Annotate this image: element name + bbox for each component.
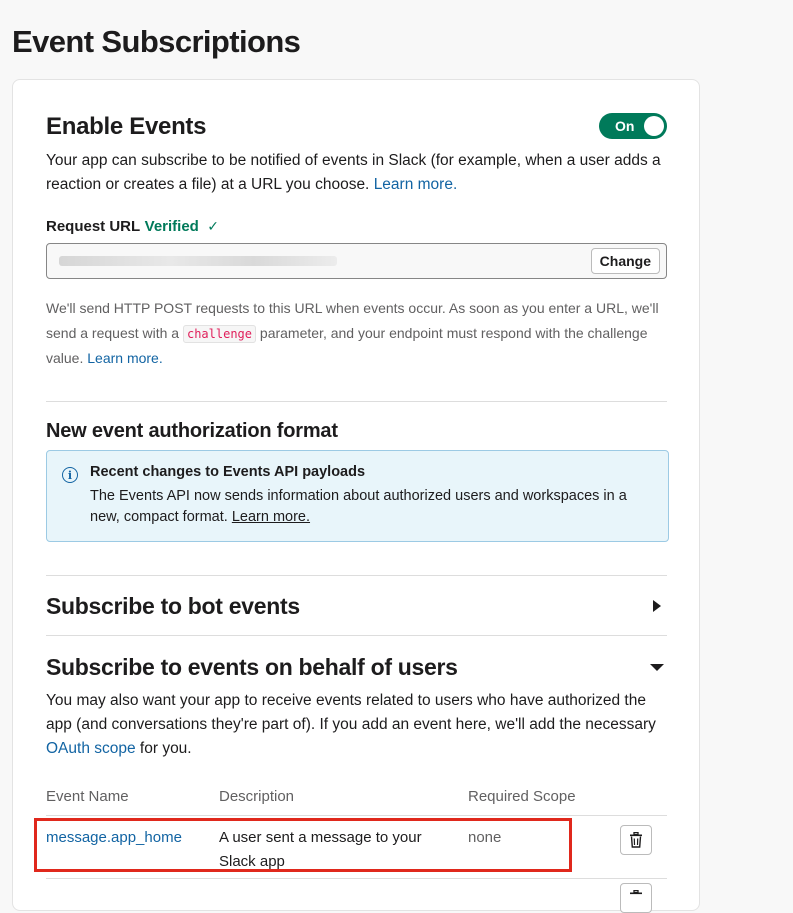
check-icon: ✓ <box>207 218 219 234</box>
user-events-section[interactable]: Subscribe to events on behalf of users <box>46 635 667 695</box>
user-events-desc-text: You may also want your app to receive ev… <box>46 692 656 733</box>
challenge-code: challenge <box>183 325 256 343</box>
event-name-link[interactable]: message.app_home <box>46 826 182 850</box>
trash-icon <box>629 890 643 906</box>
user-events-description: You may also want your app to receive ev… <box>46 689 667 761</box>
toggle-label: On <box>615 118 634 134</box>
toggle-knob <box>644 116 664 136</box>
user-events-title: Subscribe to events on behalf of users <box>46 654 458 681</box>
help-learn-more-link[interactable]: Learn more. <box>87 350 162 366</box>
info-title: Recent changes to Events API payloads <box>90 464 365 480</box>
page-title: Event Subscriptions <box>12 24 300 60</box>
info-body: The Events API now sends information abo… <box>90 486 650 528</box>
table-divider <box>46 878 667 879</box>
change-url-button[interactable]: Change <box>591 248 660 274</box>
trash-icon <box>629 832 643 848</box>
settings-card: Enable Events On Your app can subscribe … <box>12 79 700 911</box>
auth-format-header: New event authorization format <box>46 420 667 443</box>
table-divider <box>46 815 667 816</box>
request-url-help: We'll send HTTP POST requests to this UR… <box>46 296 667 371</box>
info-banner: i Recent changes to Events API payloads … <box>46 450 669 542</box>
redacted-url <box>59 256 337 266</box>
request-url-input[interactable]: Change <box>46 243 667 279</box>
event-description: A user sent a message to your Slack app <box>219 826 449 874</box>
bot-events-title: Subscribe to bot events <box>46 593 300 620</box>
event-scope: none <box>468 826 501 850</box>
divider <box>46 401 667 402</box>
caret-right-icon[interactable] <box>653 600 661 612</box>
caret-down-icon[interactable] <box>650 664 664 671</box>
oauth-scope-link[interactable]: OAuth scope <box>46 740 136 757</box>
enable-events-description: Your app can subscribe to be notified of… <box>46 149 667 197</box>
learn-more-link[interactable]: Learn more. <box>374 176 458 193</box>
column-header-required-scope: Required Scope <box>468 788 576 805</box>
info-learn-more-link[interactable]: Learn more. <box>232 509 310 525</box>
info-body-text: The Events API now sends information abo… <box>90 488 627 525</box>
user-events-desc-after: for you. <box>140 740 192 757</box>
delete-event-button[interactable] <box>620 883 652 913</box>
info-icon: i <box>62 467 78 483</box>
column-header-description: Description <box>219 788 294 805</box>
auth-format-title: New event authorization format <box>46 420 667 443</box>
bot-events-section[interactable]: Subscribe to bot events <box>46 575 667 635</box>
verified-status: Verified <box>145 218 199 235</box>
delete-event-button[interactable] <box>620 825 652 855</box>
request-url-label: Request URL <box>46 218 140 235</box>
column-header-event-name: Event Name <box>46 788 129 805</box>
enable-events-toggle[interactable]: On <box>599 113 667 139</box>
description-text: Your app can subscribe to be notified of… <box>46 152 661 193</box>
request-url-label-row: Request URL Verified ✓ <box>46 218 667 236</box>
toggle-row: On <box>46 80 667 140</box>
